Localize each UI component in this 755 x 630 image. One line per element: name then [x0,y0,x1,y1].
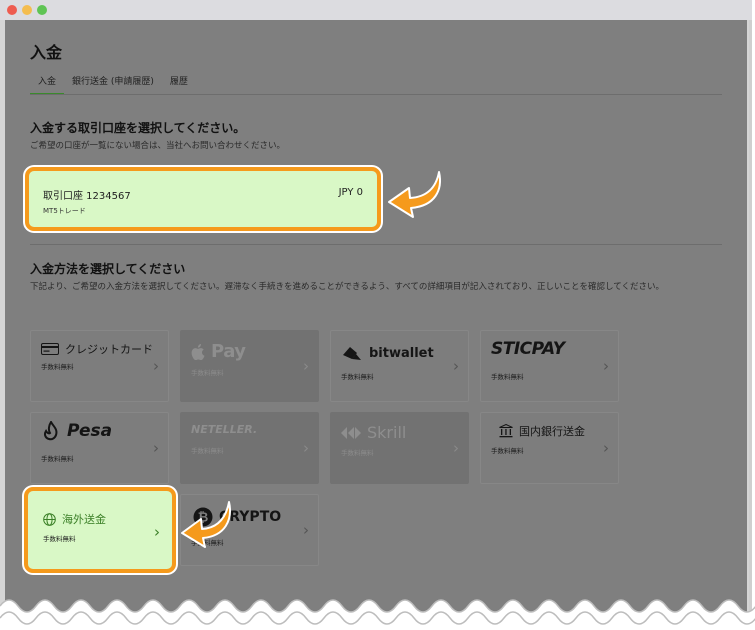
deposit-page: 入金 入金 銀行送金 (申請履歴) 履歴 入金する取引口座を選択してください。 … [5,20,747,630]
account-section-title: 入金する取引口座を選択してください。 [30,121,246,135]
method-label: bitwallet [369,345,434,361]
account-section-subtitle: ご希望の口座が一覧にない場合は、当社へお問い合わせください。 [30,141,286,151]
account-balance: JPY 0 [338,187,363,198]
method-label: Skrill [367,423,407,442]
method-label: STICPAY [491,339,565,359]
tab-divider [30,94,722,95]
torn-edge-decoration [0,599,755,630]
method-fee: 手数料無料 [491,373,524,381]
zoom-window-button[interactable] [37,5,47,15]
bank-icon [499,424,513,438]
method-international-transfer[interactable]: 海外送金 手数料無料 › [24,487,176,573]
tab-history[interactable]: 履歴 [162,74,196,95]
minimize-window-button[interactable] [22,5,32,15]
method-fee: 手数料無料 [191,447,224,455]
chevron-right-icon: › [603,357,609,375]
method-section-title: 入金方法を選択してください [30,262,186,276]
page-title: 入金 [30,43,63,62]
method-label: クレジットカード [65,343,153,356]
method-skrill[interactable]: Skrill 手数料無料 › [330,412,469,484]
chevron-right-icon: › [603,439,609,457]
chevron-right-icon: › [303,521,309,539]
method-fee: 手数料無料 [191,369,224,377]
method-credit-card[interactable]: クレジットカード 手数料無料 › [30,330,169,402]
tab-deposit[interactable]: 入金 [30,74,65,95]
chevron-right-icon: › [453,439,459,457]
method-bitwallet[interactable]: bitwallet 手数料無料 › [330,330,469,402]
apple-icon [191,343,205,360]
method-neteller[interactable]: NETELLER. 手数料無料 › [180,412,319,484]
credit-card-icon [41,343,59,355]
chevron-right-icon: › [453,357,459,375]
skrill-arrows-icon [341,426,361,439]
method-label: Pay [211,341,246,362]
browser-window: 入金 入金 銀行送金 (申請履歴) 履歴 入金する取引口座を選択してください。 … [0,0,752,630]
account-card[interactable]: 取引口座 1234567 JPY 0 MT5トレード [25,167,381,231]
tab-bank-transfer-history[interactable]: 銀行送金 (申請履歴) [64,74,162,95]
title-bar [0,0,752,20]
method-label: Pesa [67,421,113,441]
close-window-button[interactable] [7,5,17,15]
method-apple-pay[interactable]: Pay 手数料無料 › [180,330,319,402]
chevron-right-icon: › [153,357,159,375]
method-domestic-bank[interactable]: 国内銀行送金 手数料無料 › [480,412,619,484]
pointer-arrow-icon [181,501,231,548]
method-fee: 手数料無料 [341,449,374,457]
globe-icon [43,512,56,526]
method-label: 海外送金 [62,513,106,526]
pesa-icon [44,421,58,441]
method-fee: 手数料無料 [41,363,74,371]
tab-bar: 入金 銀行送金 (申請履歴) 履歴 [30,74,196,95]
method-pesa[interactable]: Pesa 手数料無料 › [30,412,169,484]
chevron-right-icon: › [303,357,309,375]
method-fee: 手数料無料 [341,373,374,381]
chevron-right-icon: › [303,439,309,457]
section-divider [30,244,722,245]
method-label: 国内銀行送金 [519,425,585,438]
method-section-description: 下記より、ご希望の入金方法を選択してください。遅滞なく手続きを進めることができる… [30,282,665,292]
account-name: 取引口座 1234567 [43,191,131,202]
method-sticpay[interactable]: STICPAY 手数料無料 › [480,330,619,402]
pointer-arrow-icon [388,171,441,218]
method-fee: 手数料無料 [41,455,74,463]
method-label: NETELLER. [191,423,258,436]
account-type: MT5トレード [43,207,86,215]
method-fee: 手数料無料 [43,535,76,543]
chevron-right-icon: › [154,523,160,541]
bitwallet-icon [343,347,361,360]
chevron-right-icon: › [153,439,159,457]
method-fee: 手数料無料 [491,447,524,455]
